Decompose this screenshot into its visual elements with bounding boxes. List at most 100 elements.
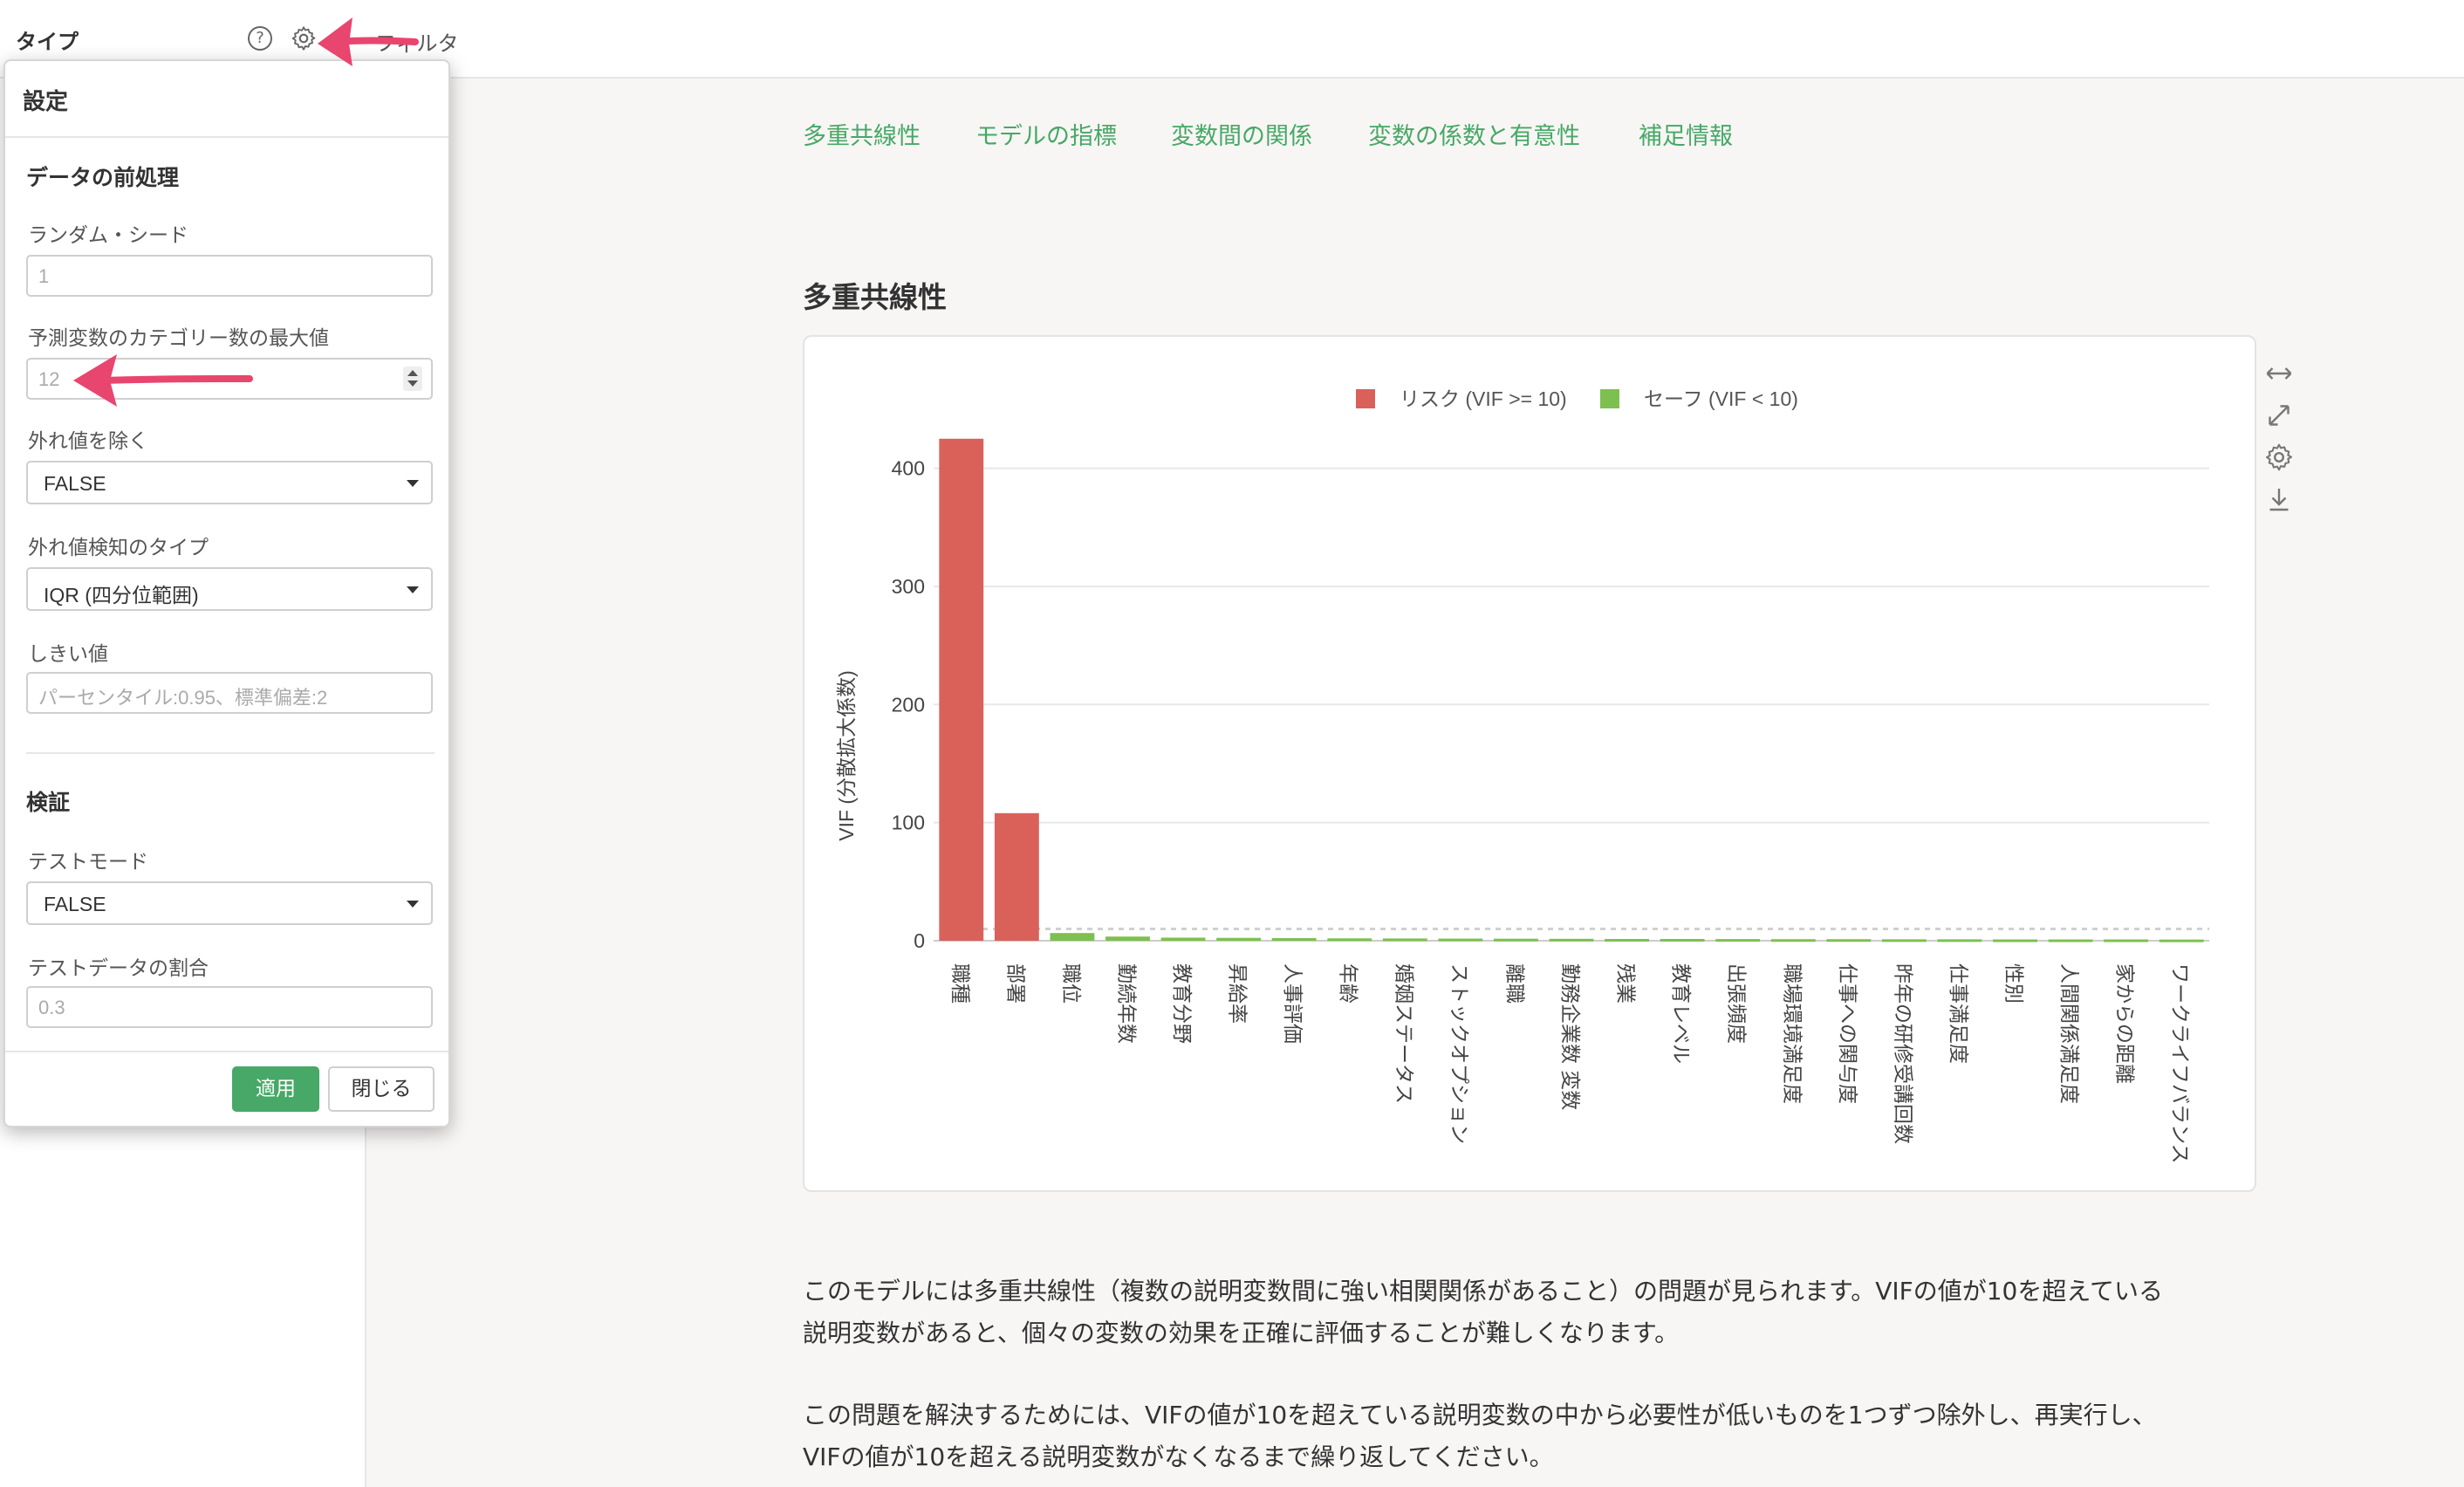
vif-bar[interactable]: [994, 812, 1039, 941]
random-seed-label: ランダム・シード: [28, 224, 188, 247]
y-tick-label: 300: [892, 575, 925, 598]
test-mode-select[interactable]: FALSE: [26, 881, 433, 925]
expand-horizontal-icon[interactable]: [2263, 358, 2295, 389]
x-tick-label: 職種: [948, 963, 971, 1004]
test-ratio-label: テストデータの割合: [28, 957, 209, 980]
close-button[interactable]: 閉じる: [328, 1066, 435, 1112]
x-tick-label: 職位: [1059, 963, 1082, 1004]
chevron-down-icon: [407, 480, 419, 487]
test-mode-value: FALSE: [44, 893, 106, 915]
x-tick-label: 残業: [1614, 963, 1637, 1004]
random-seed-placeholder: 1: [38, 265, 50, 287]
help-icon[interactable]: ?: [248, 26, 272, 51]
outlier-remove-value: FALSE: [44, 472, 106, 495]
vif-bar[interactable]: [1271, 938, 1317, 942]
vif-bar[interactable]: [1494, 938, 1538, 942]
x-tick-label: 人事評価: [1281, 963, 1304, 1044]
column-type-title: タイプ: [16, 30, 79, 54]
vif-bar[interactable]: [1715, 939, 1761, 942]
threshold-input[interactable]: パーセンタイル:0.95、標準偏差:2: [26, 672, 433, 714]
section-title: 多重共線性: [803, 280, 947, 314]
x-tick-label: 性別: [2002, 963, 2025, 1004]
x-tick-label: 婚姻ステータス: [1392, 963, 1414, 1104]
vif-bar[interactable]: [1216, 937, 1262, 941]
settings-title: 設定: [5, 61, 448, 138]
chart-legend: リスク (VIF >= 10) セーフ (VIF < 10): [1356, 387, 1798, 410]
threshold-label: しきい値: [28, 643, 108, 666]
gear-icon[interactable]: [290, 24, 318, 52]
outlier-remove-label: 外れ値を除く: [28, 430, 148, 453]
max-categories-input[interactable]: 12: [26, 358, 433, 400]
vif-bar[interactable]: [1382, 938, 1427, 942]
x-tick-label: ストックオプション: [1448, 963, 1470, 1144]
x-tick-label: 教育レベル: [1669, 963, 1692, 1064]
vif-bar[interactable]: [2048, 939, 2093, 942]
vif-bar[interactable]: [1327, 938, 1372, 942]
vif-bar[interactable]: [1826, 939, 1872, 942]
validation-section-title: 検証: [26, 790, 71, 815]
max-categories-placeholder: 12: [38, 368, 60, 390]
apply-button[interactable]: 適用: [232, 1066, 319, 1112]
vif-bar[interactable]: [1050, 933, 1095, 941]
x-tick-label: 昇給率: [1226, 963, 1249, 1024]
x-tick-label: 勤務企業数 変数: [1558, 963, 1581, 1110]
description-line: 説明変数があると、個々の変数の効果を正確に評価することが難しくなります。: [803, 1319, 1680, 1347]
vif-bar[interactable]: [1660, 938, 1705, 942]
y-tick-label: 200: [892, 693, 925, 716]
vif-bar[interactable]: [1605, 938, 1649, 942]
vif-bar[interactable]: [1881, 939, 1927, 942]
description-paragraph-1: このモデルには多重共線性（複数の説明変数間に強い相関関係があること）の問題が見ら…: [803, 1271, 2251, 1354]
preprocess-section-title: データの前処理: [26, 165, 180, 190]
x-tick-label: 仕事への関与度: [1836, 963, 1858, 1104]
outlier-type-select[interactable]: IQR (四分位範囲): [26, 567, 433, 611]
fullscreen-icon[interactable]: [2263, 400, 2295, 431]
filter-label[interactable]: フィルタ: [375, 26, 459, 57]
vif-chart-card: リスク (VIF >= 10) セーフ (VIF < 10) VIF (分散拡大…: [803, 335, 2256, 1192]
description-line: このモデルには多重共線性（複数の説明変数間に強い相関関係があること）の問題が見ら…: [803, 1277, 2163, 1305]
legend-risk-swatch: [1356, 389, 1375, 408]
legend-safe-label: セーフ (VIF < 10): [1644, 387, 1798, 410]
outlier-type-label: 外れ値検知のタイプ: [28, 537, 209, 559]
vif-bar[interactable]: [1993, 939, 2037, 942]
gear-icon[interactable]: [2263, 442, 2295, 473]
vif-bar[interactable]: [1937, 939, 1982, 942]
tab-model-metrics[interactable]: モデルの指標: [975, 117, 1117, 151]
tab-coefficients[interactable]: 変数の係数と有意性: [1368, 117, 1580, 151]
number-spinner[interactable]: [403, 367, 422, 391]
download-icon[interactable]: [2263, 483, 2295, 515]
vif-bar[interactable]: [939, 438, 984, 941]
x-tick-label: 家からの距離: [2113, 963, 2136, 1084]
test-mode-label: テストモード: [28, 851, 148, 874]
description-paragraph-2: この問題を解決するためには、VIFの値が10を超えている説明変数の中から必要性が…: [803, 1394, 2251, 1478]
vif-bar[interactable]: [1160, 937, 1206, 941]
outlier-type-value: IQR (四分位範囲): [44, 584, 199, 606]
x-tick-label: 教育分野: [1170, 963, 1193, 1044]
vif-bar[interactable]: [1105, 936, 1150, 941]
legend-risk-label: リスク (VIF >= 10): [1400, 387, 1567, 410]
tab-multicollinearity[interactable]: 多重共線性: [803, 117, 921, 151]
x-tick-label: 仕事満足度: [1947, 963, 1969, 1064]
legend-safe-swatch: [1600, 389, 1619, 408]
x-tick-label: 勤続年数: [1114, 963, 1137, 1044]
vif-bar[interactable]: [2104, 939, 2149, 942]
tab-supplementary[interactable]: 補足情報: [1639, 117, 1733, 151]
x-tick-label: ワークライフバランス: [2168, 963, 2191, 1164]
tab-variable-relations[interactable]: 変数間の関係: [1171, 117, 1312, 151]
x-tick-label: 人間関係満足度: [2057, 963, 2080, 1104]
vif-bar[interactable]: [1438, 938, 1483, 942]
x-tick-label: 出張頻度: [1725, 963, 1748, 1044]
vif-bar[interactable]: [2159, 939, 2204, 942]
x-tick-label: 職場環境満足度: [1780, 963, 1803, 1104]
x-tick-label: 離職: [1502, 963, 1525, 1004]
description-line: この問題を解決するためには、VIFの値が10を超えている説明変数の中から必要性が…: [803, 1401, 2157, 1429]
section-divider: [26, 752, 435, 754]
outlier-remove-select[interactable]: FALSE: [26, 461, 433, 504]
vif-bar-chart: リスク (VIF >= 10) セーフ (VIF < 10) VIF (分散拡大…: [835, 387, 2209, 1164]
y-tick-label: 100: [892, 812, 925, 834]
threshold-placeholder: パーセンタイル:0.95、標準偏差:2: [38, 687, 328, 709]
settings-dialog: 設定 データの前処理 ランダム・シード 1 予測変数のカテゴリー数の最大値 12…: [3, 59, 450, 1127]
vif-bar[interactable]: [1549, 938, 1594, 942]
random-seed-input[interactable]: 1: [26, 255, 433, 297]
vif-bar[interactable]: [1770, 939, 1816, 942]
test-ratio-input[interactable]: 0.3: [26, 986, 433, 1028]
